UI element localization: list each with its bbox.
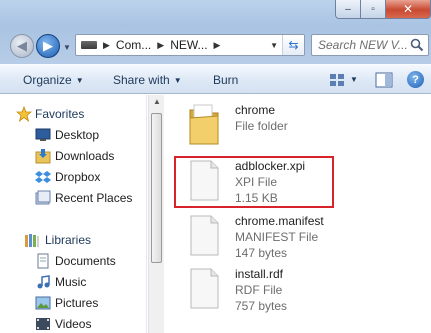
- address-bar[interactable]: ▶ Com... ▶ NEW... ▶ ▼ ⇆: [75, 34, 305, 56]
- file-type: RDF File: [235, 283, 283, 297]
- forward-button[interactable]: ▶: [36, 34, 60, 58]
- scroll-up-arrow-icon[interactable]: ▲: [153, 97, 161, 106]
- music-icon: [37, 275, 50, 289]
- nav-item-dropbox-label: Dropbox: [55, 170, 101, 184]
- nav-favorites-label: Favorites: [35, 107, 85, 121]
- close-button[interactable]: ✕: [386, 0, 431, 19]
- nav-libraries-label: Libraries: [45, 233, 92, 247]
- change-view-icon[interactable]: [329, 73, 345, 87]
- libraries-icon: [25, 234, 39, 247]
- back-button[interactable]: ◀: [10, 34, 34, 58]
- nav-pane-scrollbar[interactable]: ▲: [148, 95, 164, 333]
- nav-item-dropbox[interactable]: Dropbox: [55, 168, 100, 186]
- file-name: chrome.manifest: [235, 214, 324, 228]
- view-options-dropdown-icon[interactable]: ▼: [350, 75, 358, 84]
- nav-item-desktop[interactable]: Desktop: [55, 126, 99, 144]
- nav-item-documents-label: Documents: [55, 254, 116, 268]
- dropbox-icon: [35, 171, 51, 183]
- command-bar: Organize ▼ Share with ▼ Burn ▼ ?: [0, 64, 431, 94]
- scroll-thumb[interactable]: [151, 113, 162, 263]
- nav-item-downloads[interactable]: Downloads: [55, 147, 114, 165]
- highlight-annotation: [174, 156, 334, 208]
- file-item-chrome[interactable]: chrome File folder: [165, 99, 431, 149]
- nav-favorites[interactable]: Favorites: [35, 105, 84, 123]
- breadcrumb-separator-icon[interactable]: ▶: [157, 40, 164, 51]
- organize-button[interactable]: Organize ▼: [23, 73, 84, 87]
- recent-pages-dropdown[interactable]: ▼: [63, 43, 71, 52]
- nav-item-music-label: Music: [55, 275, 87, 289]
- breadcrumb-new-folder[interactable]: NEW...: [170, 38, 207, 52]
- share-with-label: Share with: [113, 73, 170, 87]
- refresh-icon: ⇆: [288, 38, 299, 52]
- pane-splitter[interactable]: [146, 95, 147, 333]
- file-type: File folder: [235, 119, 288, 133]
- burn-label: Burn: [213, 73, 239, 87]
- nav-item-videos-label: Videos: [55, 317, 92, 331]
- breadcrumb-separator-icon[interactable]: ▶: [214, 40, 221, 51]
- folder-icon: [189, 104, 219, 145]
- file-type: MANIFEST File: [235, 230, 319, 244]
- organize-label: Organize: [23, 73, 72, 87]
- breadcrumb-computer[interactable]: Com...: [116, 38, 151, 52]
- search-placeholder: Search NEW V...: [318, 38, 408, 52]
- share-with-button[interactable]: Share with ▼: [113, 73, 182, 87]
- file-icon: [190, 268, 219, 309]
- burn-button[interactable]: Burn: [213, 73, 238, 87]
- file-list: chrome File folder adblocker.xpi XPI Fil…: [165, 95, 431, 333]
- search-icon[interactable]: [410, 38, 424, 52]
- chevron-down-icon: ▼: [173, 76, 182, 85]
- file-icon: [190, 215, 219, 256]
- desktop-icon: [35, 128, 51, 141]
- nav-item-music[interactable]: Music: [55, 273, 86, 291]
- pictures-icon: [35, 296, 51, 310]
- nav-item-documents[interactable]: Documents: [55, 252, 116, 270]
- nav-item-recent-places-label: Recent Places: [55, 191, 133, 205]
- file-item-chrome-manifest[interactable]: chrome.manifest MANIFEST File 147 bytes: [165, 210, 431, 260]
- nav-item-downloads-label: Downloads: [55, 149, 115, 163]
- search-input[interactable]: Search NEW V...: [311, 34, 429, 56]
- favorites-star-icon: [16, 106, 32, 122]
- caption-buttons: – ▫ ✕: [335, 0, 431, 19]
- nav-item-pictures-label: Pictures: [55, 296, 99, 310]
- preview-pane-icon[interactable]: [375, 72, 393, 88]
- documents-icon: [37, 253, 49, 269]
- address-dropdown-icon[interactable]: ▼: [270, 41, 278, 50]
- back-arrow-icon: ◀: [17, 38, 27, 53]
- refresh-button[interactable]: ⇆: [282, 35, 304, 55]
- downloads-icon: [35, 149, 51, 164]
- minimize-button[interactable]: –: [335, 0, 361, 19]
- file-name: chrome: [235, 103, 276, 117]
- maximize-button[interactable]: ▫: [361, 0, 386, 19]
- help-button[interactable]: ?: [407, 71, 424, 88]
- nav-item-pictures[interactable]: Pictures: [55, 294, 98, 312]
- forward-arrow-icon: ▶: [43, 38, 53, 53]
- nav-libraries[interactable]: Libraries: [45, 231, 91, 249]
- computer-icon: [81, 41, 97, 49]
- nav-item-videos[interactable]: Videos: [55, 315, 91, 333]
- recent-places-icon: [35, 190, 51, 205]
- chevron-down-icon: ▼: [75, 76, 84, 85]
- nav-item-recent-places[interactable]: Recent Places: [55, 189, 132, 207]
- file-item-install-rdf[interactable]: install.rdf RDF File 757 bytes: [165, 263, 431, 313]
- file-size: 147 bytes: [235, 246, 288, 260]
- help-icon: ?: [412, 73, 419, 86]
- file-name: install.rdf: [235, 267, 284, 281]
- nav-item-desktop-label: Desktop: [55, 128, 100, 142]
- navigation-pane: Favorites Desktop Downloads Dropbox Rece…: [0, 95, 146, 333]
- file-size: 757 bytes: [235, 299, 288, 313]
- videos-icon: [36, 318, 50, 330]
- breadcrumb-separator-icon[interactable]: ▶: [103, 40, 110, 51]
